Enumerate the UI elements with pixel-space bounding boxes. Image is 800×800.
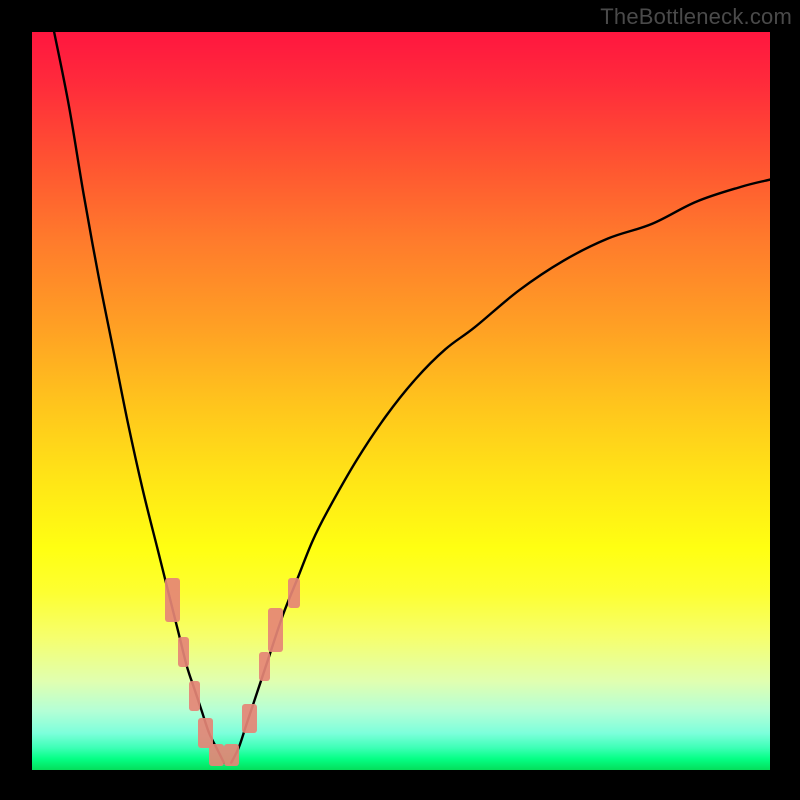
data-marker: [189, 681, 200, 711]
data-marker: [209, 744, 224, 766]
gradient-background: [32, 32, 770, 770]
data-marker: [268, 608, 283, 652]
plot-area: [32, 32, 770, 770]
watermark-text: TheBottleneck.com: [600, 4, 792, 30]
data-marker: [288, 578, 299, 608]
data-marker: [242, 704, 257, 734]
chart-frame: TheBottleneck.com: [0, 0, 800, 800]
data-marker: [165, 578, 180, 622]
data-marker: [224, 744, 239, 766]
data-marker: [178, 637, 189, 667]
data-marker: [259, 652, 270, 682]
